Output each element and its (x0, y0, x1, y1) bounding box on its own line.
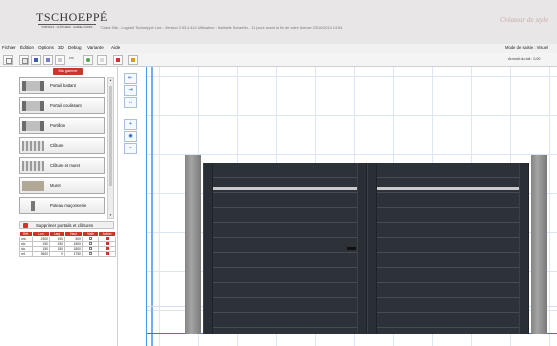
family-item[interactable]: Portail coulissant (19, 97, 105, 114)
left-leaf-lock-stile (357, 163, 367, 334)
my-range-tab[interactable]: Ma gamme (53, 68, 83, 75)
family-item[interactable]: Clôture (19, 137, 105, 154)
family-item[interactable]: Muret (19, 177, 105, 194)
family-list: Portail battant Portail coulissant Portill… (19, 77, 105, 219)
app-header: TSCHOEPPÉ PORTAILS · CLÔTURES · GARDE-CO… (0, 0, 557, 44)
family-thumbnail (22, 141, 44, 151)
align-left-icon[interactable]: ⇤ (124, 73, 137, 84)
cut-icon[interactable] (113, 55, 123, 65)
menu-aide[interactable]: Aide (111, 45, 120, 50)
design-canvas[interactable] (146, 67, 557, 346)
toolbar: cm Arrondi du toit : 0,00 (0, 53, 557, 67)
visibility-checkbox[interactable] (89, 237, 92, 240)
family-label: Portail coulissant (50, 103, 82, 108)
family-label: Portail battant (50, 83, 76, 88)
family-thumbnail (22, 181, 44, 191)
delete-row-icon[interactable] (105, 247, 109, 250)
visibility-checkbox[interactable] (89, 242, 92, 245)
align-right-icon[interactable]: ⇥ (124, 85, 137, 96)
family-thumbnail (22, 161, 44, 171)
paint-icon[interactable] (128, 55, 138, 65)
menu-debug[interactable]: Debug (68, 45, 82, 50)
spread-icon[interactable]: ↔ (124, 97, 137, 108)
table-row[interactable]: ref. 3500 0 1750 (19, 251, 116, 257)
scroll-up-icon[interactable]: ▲ (108, 78, 113, 83)
delete-label: Supprimer portails et clôtures (36, 223, 94, 228)
right-leaf-hinge-stile (519, 163, 529, 334)
family-thumbnail (22, 121, 44, 131)
left-gate-leaf[interactable] (213, 163, 357, 334)
elements-table: Réf. Lon Larg Haut Visib Action ont. 2300… (19, 231, 116, 257)
family-label: Poteau maçonnerie (50, 203, 87, 208)
catalog-panel: Ma gamme Portail battant Portail coulissa… (17, 67, 118, 346)
scroll-thumb[interactable] (109, 86, 112, 186)
open-document-icon[interactable] (19, 55, 29, 65)
left-leaf-hinge-stile (203, 163, 213, 334)
table-cell: ref. (19, 251, 33, 257)
table-cell: 3500 (32, 251, 50, 257)
family-label: Muret (50, 183, 61, 188)
delete-row-icon[interactable] (105, 237, 109, 240)
action-cell (98, 251, 116, 257)
table-cell: 1750 (64, 251, 83, 257)
menu-bar: Fichier Édition Options 3D Debug Variant… (0, 44, 557, 53)
brand-watermark: Créateur de style (500, 16, 549, 24)
delete-icon (23, 223, 28, 228)
print-icon[interactable] (43, 55, 53, 65)
family-thumbnail (22, 81, 44, 91)
logo-divider (38, 24, 96, 25)
family-label: Clôture et muret (50, 163, 81, 168)
logo-text: TSCHOEPPÉ (36, 10, 108, 24)
menu-3d[interactable]: 3D (58, 45, 64, 50)
right-post[interactable] (531, 155, 547, 334)
family-thumbnail (22, 201, 44, 211)
right-leaf-stripe (377, 187, 519, 190)
unit-label: cm (69, 56, 74, 60)
menu-variante[interactable]: Variante (87, 45, 104, 50)
family-item[interactable]: Poteau maçonnerie (19, 197, 105, 214)
zoom-out-icon[interactable]: − (124, 143, 137, 154)
delete-row-icon[interactable] (105, 242, 109, 245)
menu-edition[interactable]: Édition (20, 45, 34, 50)
delete-gates-fences-button[interactable]: Supprimer portails et clôtures (19, 221, 114, 229)
left-margin (0, 67, 17, 346)
roof-rounding-label: Arrondi du toit : 0,00 (508, 57, 541, 61)
undo-icon[interactable] (83, 55, 93, 65)
table-cell: 0 (49, 251, 65, 257)
family-list-scrollbar[interactable]: ▲ ▼ (107, 77, 114, 219)
save-icon[interactable] (31, 55, 41, 65)
family-label: Portillon (50, 123, 66, 128)
visibility-checkbox[interactable] (89, 252, 92, 255)
preview-icon[interactable] (55, 55, 65, 65)
brand-logo: TSCHOEPPÉ PORTAILS · CLÔTURES · GARDE-CO… (36, 10, 108, 30)
menu-fichier[interactable]: Fichier (2, 45, 16, 50)
scroll-down-icon[interactable]: ▼ (108, 213, 113, 218)
window-title: "Clara Site - Logiciel Tschoeppé Live - … (100, 26, 343, 30)
delete-row-icon[interactable] (105, 252, 109, 255)
logo-tagline: PORTAILS · CLÔTURES · GARDE-CORPS (41, 26, 93, 29)
gate-handle[interactable] (347, 247, 356, 250)
redo-icon[interactable] (97, 55, 107, 65)
visibility-checkbox[interactable] (89, 247, 92, 250)
family-item[interactable]: Clôture et muret (19, 157, 105, 174)
zoom-fit-icon[interactable]: ◉ (124, 131, 137, 142)
visibility-cell (82, 251, 99, 257)
zoom-in-icon[interactable]: + (124, 119, 137, 130)
family-thumbnail (22, 101, 44, 111)
left-leaf-stripe (213, 187, 357, 190)
family-item[interactable]: Portillon (19, 117, 105, 134)
new-document-icon[interactable] (3, 55, 13, 65)
menu-options[interactable]: Options (38, 45, 54, 50)
canvas-left-guide (151, 67, 153, 346)
drawing-tools: ⇤ ⇥ ↔ + ◉ − (124, 73, 139, 163)
right-gate-leaf[interactable] (377, 163, 519, 334)
family-label: Clôture (50, 143, 64, 148)
left-post[interactable] (185, 155, 201, 334)
right-leaf-lock-stile (367, 163, 377, 334)
family-item[interactable]: Portail battant (19, 77, 105, 94)
entry-mode-label: Mode de saisie : Visuel (505, 45, 548, 50)
